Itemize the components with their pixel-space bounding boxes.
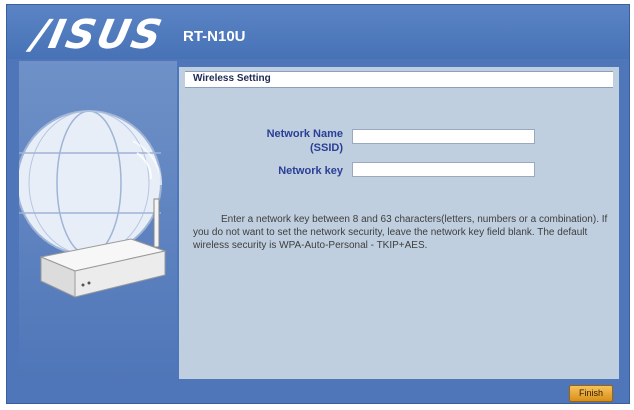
router-globe-illustration (19, 110, 167, 298)
network-key-label: Network key (278, 165, 343, 177)
wireless-setting-panel: Wireless Setting Network Name (SSID) Net… (179, 67, 619, 379)
antenna-icon (153, 198, 160, 248)
ssid-label-line2: (SSID) (310, 142, 343, 154)
globe-icon (19, 110, 162, 256)
footer-bar: Finish (19, 379, 619, 403)
sidebar-illustration (19, 61, 177, 379)
section-header: Wireless Setting (185, 71, 613, 88)
ssid-label: Network Name (SSID) (223, 127, 343, 155)
setup-window: /ISUS RT-N10U Wireless Setting Network N… (6, 4, 630, 404)
network-key-input[interactable] (352, 162, 535, 177)
header-bar: /ISUS RT-N10U (7, 5, 629, 59)
ssid-input[interactable] (352, 129, 535, 144)
finish-button[interactable]: Finish (569, 385, 613, 402)
network-key-note: Enter a network key between 8 and 63 cha… (193, 214, 608, 251)
section-title: Wireless Setting (193, 73, 271, 84)
ssid-label-line1: Network Name (266, 128, 343, 140)
asus-logo: /ISUS (28, 12, 168, 58)
model-name: RT-N10U (183, 28, 246, 45)
